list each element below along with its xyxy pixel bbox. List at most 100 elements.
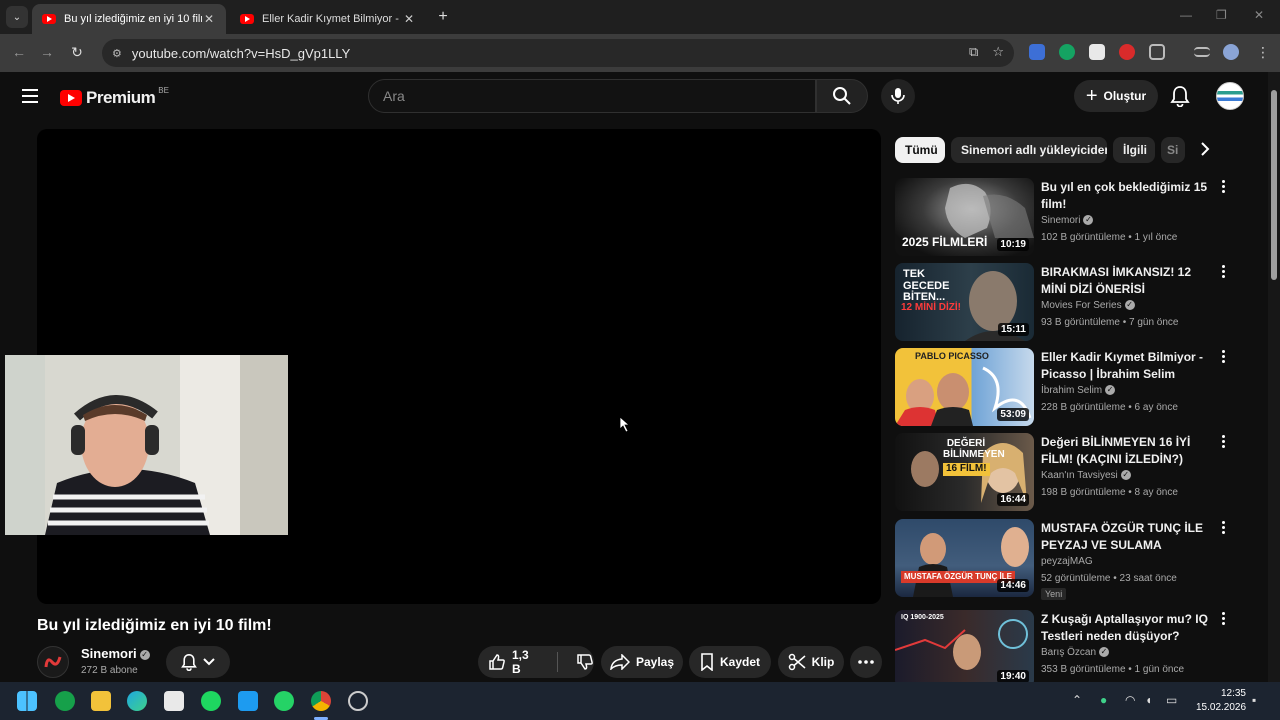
- system-clock[interactable]: 12:35 15.02.2026: [1196, 687, 1246, 715]
- share-button[interactable]: Paylaş: [601, 646, 683, 678]
- close-icon[interactable]: ✕: [402, 12, 416, 26]
- xbox-icon[interactable]: [55, 691, 75, 711]
- list-item[interactable]: 2025 FİLMLERİ 10:19 Bu yıl en çok bekled…: [895, 178, 1235, 258]
- video-thumbnail[interactable]: DEĞERİ BİLİNMEYEN 16 FİLM! 16:44: [895, 433, 1034, 511]
- address-bar[interactable]: ⚙ youtube.com/watch?v=HsD_gVp1LLY ⧉ ☆: [102, 39, 1014, 67]
- channel-avatar[interactable]: [37, 646, 69, 678]
- notification-icon[interactable]: ▪: [1252, 693, 1256, 707]
- list-item[interactable]: MUSTAFA ÖZGÜR TUNÇ İLE 14:46 MUSTAFA ÖZG…: [895, 519, 1235, 600]
- more-vertical-icon[interactable]: [1218, 521, 1228, 534]
- channel-name[interactable]: İbrahim Selim ✓: [1041, 385, 1116, 396]
- microphone-tray-icon[interactable]: ●: [1100, 693, 1107, 707]
- store-icon[interactable]: [164, 691, 184, 711]
- hamburger-menu-icon[interactable]: [22, 89, 38, 103]
- video-thumbnail[interactable]: TEK GECEDE BİTEN... 12 MİNİ DİZİ! 15:11: [895, 263, 1034, 341]
- notifications-bell-icon[interactable]: [1170, 85, 1190, 112]
- video-thumbnail[interactable]: MUSTAFA ÖZGÜR TUNÇ İLE 14:46: [895, 519, 1034, 597]
- volume-icon[interactable]: ◖: [1145, 693, 1152, 707]
- video-thumbnail[interactable]: 2025 FİLMLERİ 10:19: [895, 178, 1034, 256]
- close-icon[interactable]: ✕: [202, 12, 216, 26]
- save-button[interactable]: Kaydet: [689, 646, 771, 678]
- channel-name[interactable]: peyzajMAG: [1041, 556, 1093, 567]
- more-vertical-icon[interactable]: [1218, 180, 1228, 193]
- video-title[interactable]: MUSTAFA ÖZGÜR TUNÇ İLE PEYZAJ VE SULAMA …: [1041, 520, 1211, 554]
- video-title[interactable]: Z Kuşağı Aptallaşıyor mu? IQ Testleri ne…: [1041, 611, 1211, 645]
- more-vertical-icon[interactable]: [1218, 612, 1228, 625]
- video-meta: 198 B görüntüleme • 8 ay önce: [1041, 487, 1178, 498]
- chip-partial[interactable]: Si: [1161, 137, 1185, 163]
- wifi-icon[interactable]: ◠: [1125, 693, 1135, 707]
- voice-search-button[interactable]: [881, 79, 915, 113]
- channel-name[interactable]: Barış Özcan ✓: [1041, 647, 1110, 658]
- channel-name[interactable]: Movies For Series ✓: [1041, 300, 1135, 311]
- chip-all[interactable]: Tümü: [895, 137, 945, 163]
- edge-icon[interactable]: [127, 691, 147, 711]
- video-title[interactable]: Bu yıl en çok beklediğimiz 15 film!: [1041, 179, 1211, 213]
- scrollbar-thumb[interactable]: [1271, 90, 1277, 280]
- dislike-button[interactable]: [576, 653, 594, 671]
- like-button[interactable]: 1,3 B: [488, 648, 539, 676]
- video-title[interactable]: Değeri BİLİNMEYEN 16 İYİ FİLM! (KAÇINI İ…: [1041, 434, 1211, 468]
- more-vertical-icon[interactable]: [1218, 350, 1228, 363]
- video-meta: 52 görüntüleme • 23 saat önce: [1041, 573, 1177, 584]
- video-thumbnail[interactable]: PABLO PICASSO 53:09: [895, 348, 1034, 426]
- battery-icon[interactable]: ▭: [1166, 693, 1177, 707]
- extensions-puzzle-icon[interactable]: [1149, 44, 1165, 60]
- channel-name-text: Sinemori: [81, 646, 137, 661]
- search-button[interactable]: [816, 79, 868, 113]
- new-tab-button[interactable]: +: [432, 6, 454, 28]
- youtube-logo[interactable]: Premium BE: [60, 86, 169, 108]
- list-item[interactable]: PABLO PICASSO 53:09 Eller Kadir Kıymet B…: [895, 348, 1235, 428]
- chevron-up-icon[interactable]: ⌃: [1072, 693, 1082, 707]
- site-info-icon[interactable]: ⚙: [112, 47, 122, 60]
- chevron-right-icon[interactable]: [1200, 141, 1210, 162]
- more-vertical-icon[interactable]: [1218, 265, 1228, 278]
- browser-tab-active[interactable]: Bu yıl izlediğimiz en iyi 10 film! ✕: [32, 4, 226, 34]
- obs-icon[interactable]: [348, 691, 368, 711]
- windows-start-icon[interactable]: [17, 691, 37, 711]
- search-input[interactable]: [368, 79, 816, 113]
- channel-name[interactable]: Sinemori ✓: [1041, 215, 1094, 226]
- spotify-icon[interactable]: [201, 691, 221, 711]
- chrome-icon[interactable]: [311, 691, 331, 711]
- list-item[interactable]: DEĞERİ BİLİNMEYEN 16 FİLM! 16:44 Değeri …: [895, 433, 1235, 513]
- more-vertical-icon[interactable]: [1218, 435, 1228, 448]
- channel-name[interactable]: Sinemori ✓: [81, 646, 150, 661]
- tab-title: Eller Kadir Kıymet Bilmiyor - Sa: [262, 13, 402, 25]
- twitter-icon[interactable]: [238, 691, 258, 711]
- extension-icon[interactable]: [1089, 44, 1105, 60]
- reload-icon[interactable]: ↻: [68, 44, 86, 61]
- translate-extension-icon[interactable]: [1029, 44, 1045, 60]
- reading-list-icon[interactable]: [1194, 47, 1210, 57]
- forward-arrow-icon[interactable]: →: [38, 44, 56, 60]
- video-thumbnail[interactable]: IQ 1900-2025 19:40: [895, 610, 1034, 682]
- window-close-icon[interactable]: ✕: [1254, 8, 1264, 22]
- back-arrow-icon[interactable]: ←: [10, 44, 28, 60]
- bookmark-star-icon[interactable]: ☆: [992, 44, 1004, 60]
- create-button[interactable]: + Oluştur: [1074, 80, 1158, 112]
- kebab-menu-icon[interactable]: ⋮: [1256, 44, 1272, 60]
- minimize-icon[interactable]: —: [1180, 8, 1192, 22]
- grammarly-extension-icon[interactable]: [1059, 44, 1075, 60]
- more-actions-button[interactable]: [850, 646, 882, 678]
- restore-icon[interactable]: ❐: [1216, 8, 1227, 22]
- install-icon[interactable]: ⧉: [969, 44, 978, 60]
- profile-icon[interactable]: [1223, 44, 1239, 60]
- whatsapp-icon[interactable]: [274, 691, 294, 711]
- video-title[interactable]: Eller Kadir Kıymet Bilmiyor - Picasso | …: [1041, 349, 1211, 383]
- browser-tab[interactable]: Eller Kadir Kıymet Bilmiyor - Sa ✕: [230, 4, 426, 34]
- clip-button[interactable]: Klip: [778, 646, 844, 678]
- video-title[interactable]: BIRAKMASI İMKANSIZ! 12 MİNİ DİZİ ÖNERİSİ: [1041, 264, 1211, 298]
- page-scrollbar[interactable]: [1268, 72, 1280, 682]
- subscription-bell-button[interactable]: [166, 646, 230, 678]
- list-item[interactable]: IQ 1900-2025 19:40 Z Kuşağı Aptallaşıyor…: [895, 610, 1235, 682]
- chip-from-uploader[interactable]: Sinemori adlı yükleyiciden: [951, 137, 1107, 163]
- chip-related[interactable]: İlgili: [1113, 137, 1155, 163]
- account-avatar[interactable]: [1216, 82, 1244, 110]
- youtube-favicon-icon: [42, 14, 56, 24]
- extension-red-icon[interactable]: [1119, 44, 1135, 60]
- file-explorer-icon[interactable]: [91, 691, 111, 711]
- list-item[interactable]: TEK GECEDE BİTEN... 12 MİNİ DİZİ! 15:11 …: [895, 263, 1235, 343]
- channel-name[interactable]: Kaan'ın Tavsiyesi ✓: [1041, 470, 1131, 481]
- tab-search-button[interactable]: ⌄: [6, 6, 28, 28]
